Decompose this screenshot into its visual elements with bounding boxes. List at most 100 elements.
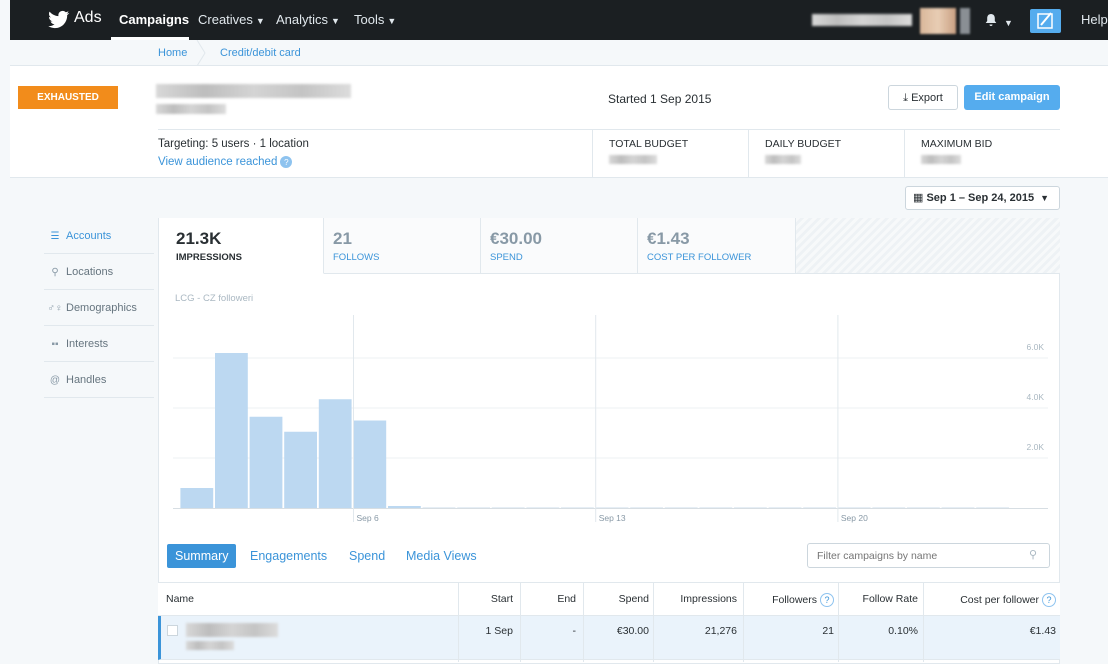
breadcrumb-home[interactable]: Home bbox=[158, 47, 187, 59]
account-name-redacted[interactable] bbox=[812, 14, 912, 26]
table-header bbox=[158, 582, 1060, 616]
bar[interactable] bbox=[457, 507, 490, 508]
daily-budget-label: DAILY BUDGET bbox=[765, 138, 842, 150]
column-header-spend[interactable]: Spend bbox=[619, 593, 649, 605]
column-header-follow-rate[interactable]: Follow Rate bbox=[863, 593, 918, 605]
tab-summary[interactable]: Summary bbox=[167, 544, 237, 568]
cell-impressions: 21,276 bbox=[704, 625, 737, 637]
help-icon[interactable]: ? bbox=[280, 156, 293, 168]
bar[interactable] bbox=[941, 507, 975, 508]
column-header-name[interactable]: Name bbox=[166, 593, 194, 605]
column-header-start[interactable]: Start bbox=[491, 593, 513, 605]
column-header-followers[interactable]: Followers? bbox=[772, 593, 834, 607]
stat-value: 21 bbox=[333, 229, 352, 248]
stat-value: €30.00 bbox=[490, 229, 542, 248]
bar[interactable] bbox=[803, 507, 836, 508]
stat-tab-cost-per-follower[interactable]: €1.43 COST PER FOLLOWER bbox=[638, 218, 796, 274]
bar[interactable] bbox=[734, 507, 767, 508]
sidebar-item-handles[interactable]: @ Handles bbox=[44, 362, 154, 398]
bar[interactable] bbox=[422, 507, 456, 508]
view-audience-link[interactable]: View audience reached? bbox=[158, 156, 293, 168]
bar[interactable] bbox=[353, 420, 387, 509]
tab-spend[interactable]: Spend bbox=[349, 544, 385, 568]
help-link[interactable]: Help bbox=[1081, 12, 1108, 27]
bar[interactable] bbox=[180, 488, 214, 508]
bar[interactable] bbox=[837, 507, 871, 508]
row-checkbox[interactable] bbox=[167, 625, 178, 636]
campaign-subtitle-redacted bbox=[186, 641, 234, 650]
edit-campaign-button[interactable]: Edit campaign bbox=[964, 85, 1060, 110]
stat-tab-spend[interactable]: €30.00 SPEND bbox=[481, 218, 638, 274]
nav-campaigns[interactable]: Campaigns bbox=[119, 12, 189, 27]
ads-brand[interactable]: Ads bbox=[74, 9, 102, 27]
export-button[interactable]: ⤓ Export bbox=[888, 85, 958, 110]
bar[interactable] bbox=[491, 507, 525, 508]
bar[interactable] bbox=[388, 506, 421, 508]
campaign-start-date: Started 1 Sep 2015 bbox=[608, 92, 712, 106]
bar[interactable] bbox=[664, 507, 698, 508]
x-tick-label: Sep 13 bbox=[599, 513, 626, 523]
y-tick-label: 2.0K bbox=[1027, 442, 1045, 452]
at-icon: @ bbox=[49, 375, 61, 386]
table-row[interactable] bbox=[158, 616, 1060, 660]
filter-campaigns-input[interactable] bbox=[807, 543, 1050, 568]
search-icon[interactable]: ⚲ bbox=[1029, 548, 1037, 561]
divider bbox=[158, 129, 1060, 130]
twitter-bird-icon[interactable] bbox=[48, 10, 70, 30]
sidebar-item-interests[interactable]: ▪▪ Interests bbox=[44, 326, 154, 362]
column-header-cost-per-follower[interactable]: Cost per follower? bbox=[960, 593, 1056, 607]
campaign-name-redacted[interactable] bbox=[186, 623, 278, 637]
column-divider bbox=[520, 582, 521, 662]
tab-media-views[interactable]: Media Views bbox=[406, 544, 477, 568]
bar[interactable] bbox=[872, 507, 906, 508]
nav-creatives[interactable]: Creatives ▼ bbox=[198, 12, 265, 27]
targeting-summary: Targeting: 5 users · 1 location bbox=[158, 138, 309, 150]
stat-label: IMPRESSIONS bbox=[176, 252, 242, 263]
cell-follow-rate: 0.10% bbox=[888, 625, 918, 637]
help-icon[interactable]: ? bbox=[1042, 593, 1056, 607]
bar[interactable] bbox=[561, 507, 594, 508]
bar[interactable] bbox=[907, 507, 940, 508]
column-header-impressions[interactable]: Impressions bbox=[680, 593, 737, 605]
bar[interactable] bbox=[630, 507, 663, 508]
bar[interactable] bbox=[526, 507, 560, 508]
bar[interactable] bbox=[215, 353, 248, 508]
impressions-chart: 2.0K 4.0K 6.0K Sep 6 Sep 13 Sep 20 bbox=[173, 315, 1048, 523]
chevron-down-icon: ▼ bbox=[387, 15, 397, 26]
compose-icon bbox=[1037, 12, 1053, 29]
pin-icon: ⚲ bbox=[51, 267, 59, 278]
breadcrumb-separator bbox=[196, 40, 206, 66]
stat-tab-impressions[interactable]: 21.3K IMPRESSIONS bbox=[159, 218, 324, 274]
bar[interactable] bbox=[284, 431, 317, 508]
stat-tab-follows[interactable]: 21 FOLLOWS bbox=[324, 218, 481, 274]
avatar[interactable] bbox=[920, 8, 956, 34]
chevron-down-icon[interactable]: ▼ bbox=[1001, 14, 1013, 29]
gender-icon: ♂♀ bbox=[47, 303, 63, 314]
chevron-down-icon: ▼ bbox=[255, 15, 265, 26]
bar[interactable] bbox=[318, 399, 352, 508]
sidebar-item-demographics[interactable]: ♂♀ Demographics bbox=[44, 290, 154, 326]
help-icon[interactable]: ? bbox=[820, 593, 834, 607]
bar[interactable] bbox=[976, 507, 1009, 508]
sidebar-item-accounts[interactable]: ☰ Accounts bbox=[44, 218, 154, 254]
date-range-picker[interactable]: ▦ Sep 1 – Sep 24, 2015 ▼ bbox=[905, 186, 1060, 210]
tab-engagements[interactable]: Engagements bbox=[250, 544, 327, 568]
x-tick-label: Sep 6 bbox=[357, 513, 379, 523]
bar[interactable] bbox=[699, 507, 733, 508]
sidebar-item-locations[interactable]: ⚲ Locations bbox=[44, 254, 154, 290]
divider bbox=[748, 130, 749, 177]
bar[interactable] bbox=[249, 416, 283, 508]
column-header-end[interactable]: End bbox=[557, 593, 576, 605]
total-budget-label: TOTAL BUDGET bbox=[609, 138, 689, 150]
bar[interactable] bbox=[768, 507, 802, 508]
nav-tools[interactable]: Tools ▼ bbox=[354, 12, 396, 27]
column-divider bbox=[653, 582, 654, 662]
calendar-icon: ▦ bbox=[913, 192, 924, 204]
daily-budget-redacted bbox=[765, 155, 801, 164]
nav-analytics[interactable]: Analytics ▼ bbox=[276, 12, 340, 27]
bar[interactable] bbox=[595, 507, 629, 508]
notification-bell-icon[interactable] bbox=[984, 13, 998, 27]
column-divider bbox=[583, 582, 584, 662]
breadcrumb-payment[interactable]: Credit/debit card bbox=[220, 47, 301, 59]
compose-button[interactable] bbox=[1030, 9, 1061, 33]
